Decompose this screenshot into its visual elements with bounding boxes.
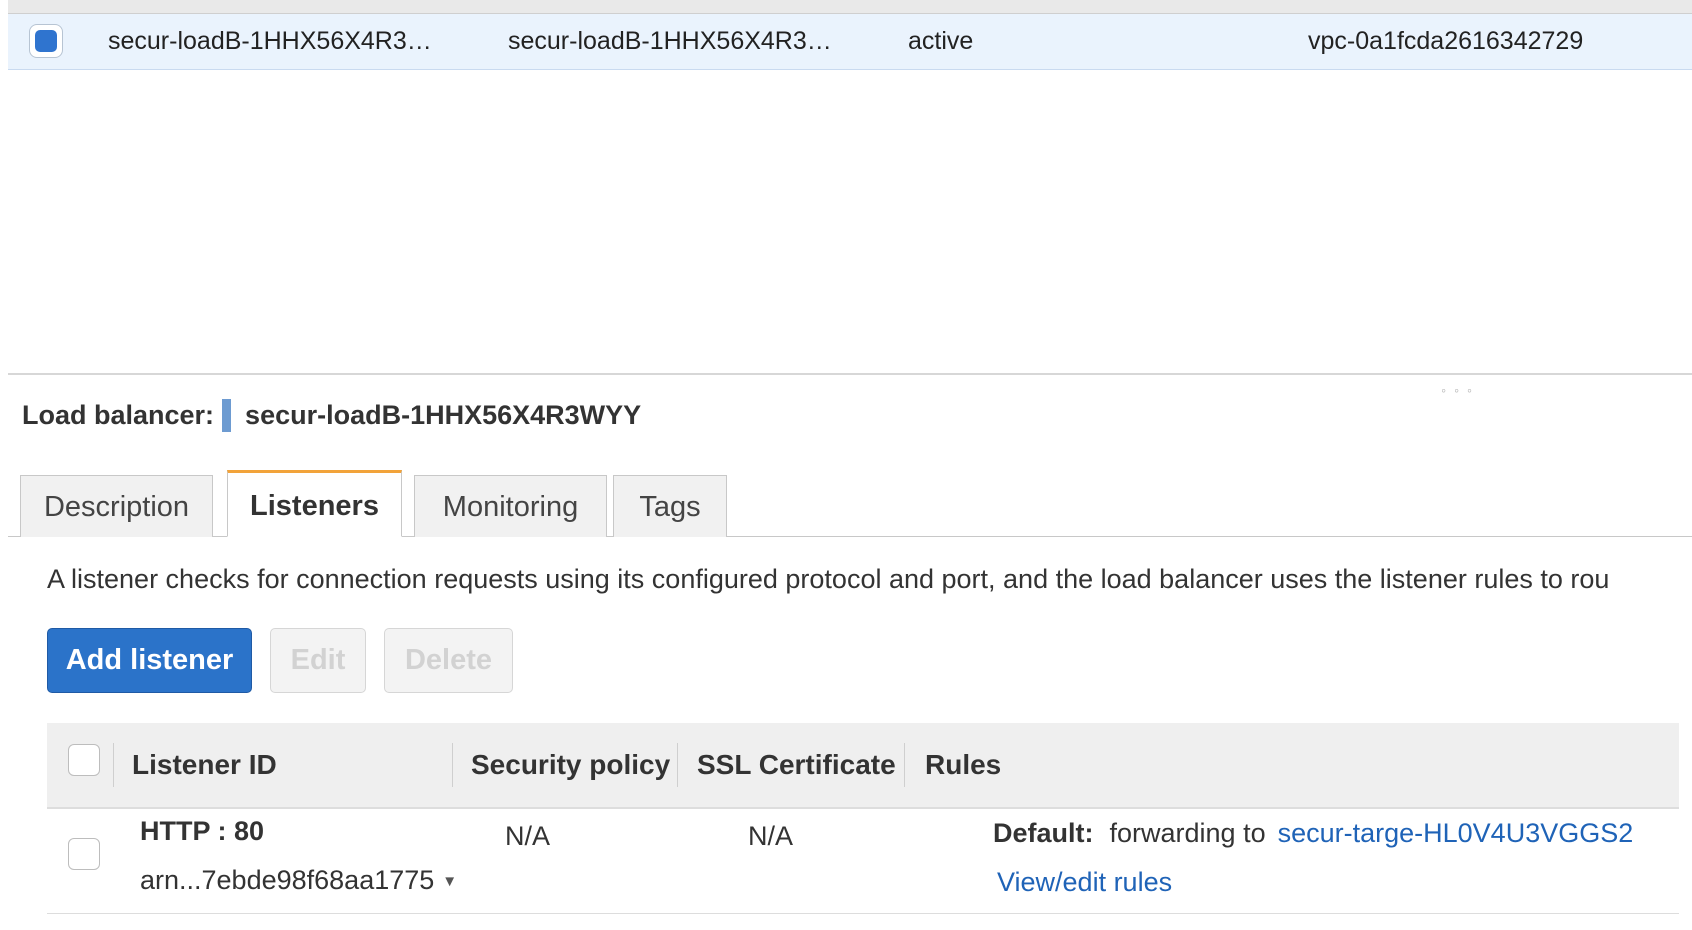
tab-monitoring[interactable]: Monitoring xyxy=(414,475,607,537)
column-header-rules[interactable]: Rules xyxy=(925,723,1001,807)
rules-default-label: Default: xyxy=(993,818,1094,848)
column-header-ssl-certificate[interactable]: SSL Certificate xyxy=(697,723,896,807)
detail-pane-title: Load balancer: secur-loadB-1HHX56X4R3WYY xyxy=(22,395,641,435)
lb-state-cell: active xyxy=(908,27,974,55)
delete-button[interactable]: Delete xyxy=(384,628,513,693)
view-edit-rules-link[interactable]: View/edit rules xyxy=(997,867,1172,898)
edit-button[interactable]: Edit xyxy=(270,628,366,693)
table-row[interactable]: HTTP : 80 arn...7ebde98f68aa1775 ▼ N/A N/… xyxy=(47,809,1679,914)
table-header-edge xyxy=(8,0,1692,14)
target-group-link[interactable]: secur-targe-HL0V4U3VGGS2 xyxy=(1278,818,1634,848)
lb-vpc-cell: vpc-0a1fcda2616342729 xyxy=(1308,27,1584,55)
column-header-listener-id[interactable]: Listener ID xyxy=(132,723,277,807)
ssl-certificate-cell: N/A xyxy=(748,821,794,851)
lb-name-cell: secur-loadB-1HHX56X4R3… xyxy=(108,27,432,55)
detail-tabs: Description Listeners Monitoring Tags xyxy=(8,469,1692,537)
lb-dns-name-cell: secur-loadB-1HHX56X4R3… xyxy=(508,27,832,55)
column-divider xyxy=(677,743,678,787)
column-divider xyxy=(452,743,453,787)
listeners-intro-text: A listener checks for connection request… xyxy=(47,564,1610,594)
listener-protocol-port: HTTP : 80 xyxy=(140,816,265,846)
listener-arn[interactable]: arn...7ebde98f68aa1775 ▼ xyxy=(140,865,457,896)
tab-tags[interactable]: Tags xyxy=(613,475,727,537)
column-divider xyxy=(904,743,905,787)
tab-listeners[interactable]: Listeners xyxy=(227,470,402,537)
pane-resize-handle[interactable]: ◦◦◦ xyxy=(8,373,1692,398)
title-label: Load balancer: xyxy=(22,399,215,430)
rules-action-text: forwarding to xyxy=(1109,818,1266,848)
caret-down-icon[interactable]: ▼ xyxy=(442,873,457,890)
column-divider xyxy=(113,743,114,787)
listeners-table-header: Listener ID Security policy SSL Certific… xyxy=(47,723,1679,809)
drag-grip-icon: ◦◦◦ xyxy=(1441,382,1480,398)
column-header-security-policy[interactable]: Security policy xyxy=(471,723,670,807)
row-select-checkbox[interactable] xyxy=(29,24,63,58)
checkbox-checked-fill xyxy=(35,30,57,52)
add-listener-button[interactable]: Add listener xyxy=(47,628,252,693)
select-all-checkbox[interactable] xyxy=(68,744,100,776)
tab-description[interactable]: Description xyxy=(20,475,213,537)
row-checkbox[interactable] xyxy=(68,838,100,870)
load-balancer-table: secur-loadB-1HHX56X4R3… secur-loadB-1HHX… xyxy=(8,0,1692,375)
title-marker xyxy=(222,398,232,432)
rules-default-line: Default: forwarding to secur-targe-HL0V4U3… xyxy=(993,818,1633,849)
table-row-selected[interactable]: secur-loadB-1HHX56X4R3… secur-loadB-1HHX… xyxy=(8,14,1692,70)
title-value: secur-loadB-1HHX56X4R3WYY xyxy=(245,399,642,430)
security-policy-cell: N/A xyxy=(505,821,551,851)
listener-arn-text: arn...7ebde98f68aa1775 xyxy=(140,865,435,895)
